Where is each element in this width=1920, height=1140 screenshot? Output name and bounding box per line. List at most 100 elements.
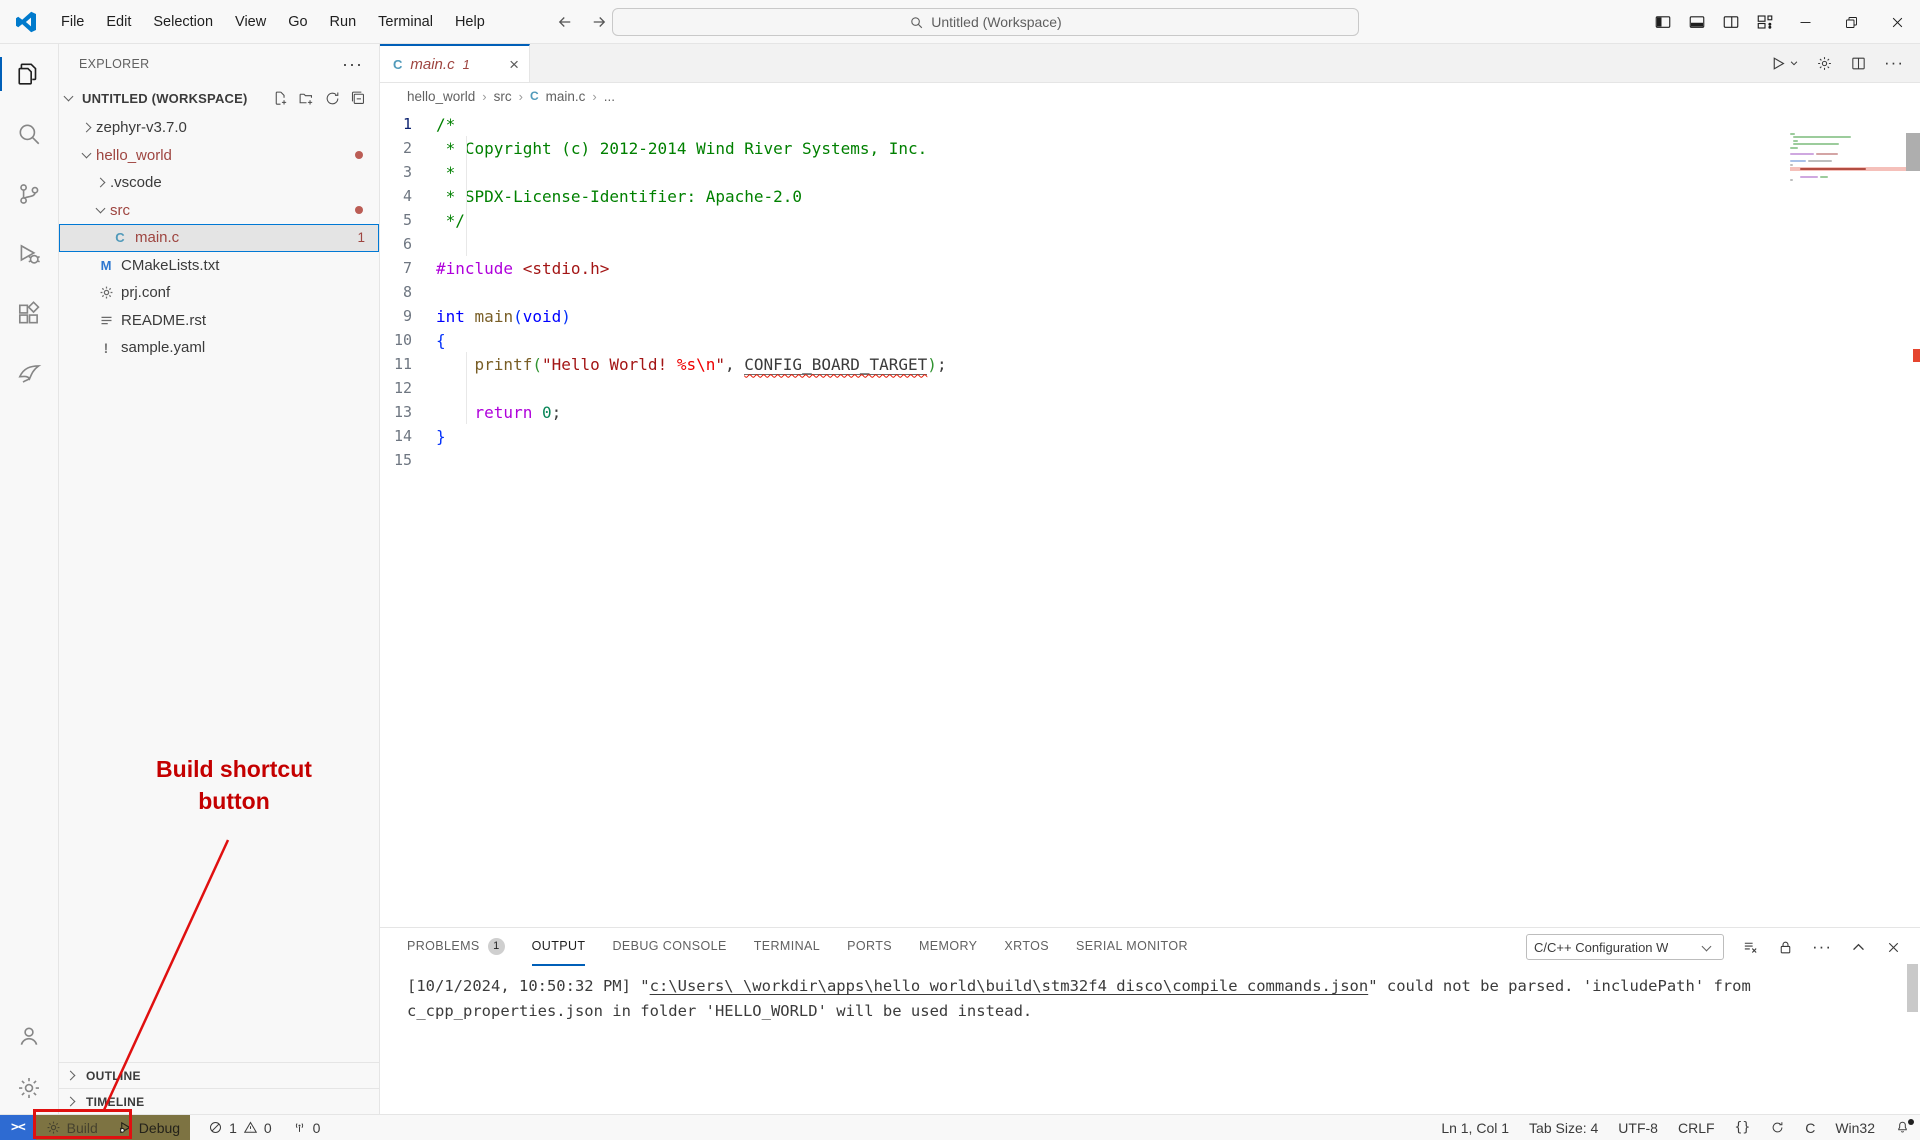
panel-tab-problems[interactable]: PROBLEMS 1 bbox=[407, 928, 505, 966]
indentation[interactable]: Tab Size: 4 bbox=[1519, 1115, 1608, 1140]
account-icon[interactable] bbox=[0, 1010, 58, 1062]
editor-scrollbar-thumb[interactable] bbox=[1906, 133, 1920, 171]
tree-item-sample.yaml[interactable]: ! sample.yaml bbox=[59, 334, 379, 362]
menu-selection[interactable]: Selection bbox=[142, 0, 224, 44]
lock-icon[interactable] bbox=[1777, 939, 1794, 956]
tree-item-main.c[interactable]: Cmain.c 1 bbox=[59, 224, 379, 252]
platform-status[interactable]: Win32 bbox=[1825, 1115, 1885, 1140]
tab-main-c[interactable]: C main.c 1 × bbox=[380, 44, 530, 82]
close-window-button[interactable] bbox=[1874, 0, 1920, 44]
code-line-8[interactable]: 8 bbox=[380, 280, 1920, 304]
sync-icon[interactable] bbox=[1760, 1115, 1795, 1140]
close-tab-icon[interactable]: × bbox=[509, 56, 519, 73]
command-center-search[interactable]: Untitled (Workspace) bbox=[612, 8, 1359, 36]
cursor-position[interactable]: Ln 1, Col 1 bbox=[1431, 1115, 1519, 1140]
tree-item-hello_world[interactable]: hello_world bbox=[59, 142, 379, 170]
editor-settings-gear-icon[interactable] bbox=[1816, 55, 1833, 72]
menu-help[interactable]: Help bbox=[444, 0, 496, 44]
code-line-2[interactable]: 2 * Copyright (c) 2012-2014 Wind River S… bbox=[380, 136, 1920, 160]
menu-file[interactable]: File bbox=[50, 0, 95, 44]
panel-tab-ports[interactable]: PORTS bbox=[847, 928, 892, 966]
split-editor-icon[interactable] bbox=[1850, 55, 1867, 72]
tree-item-README.rst[interactable]: README.rst bbox=[59, 307, 379, 335]
explorer-more-actions-icon[interactable]: ··· bbox=[342, 54, 363, 75]
panel-tab-debug-console[interactable]: DEBUG CONSOLE bbox=[612, 928, 726, 966]
panel-tab-serial-monitor[interactable]: SERIAL MONITOR bbox=[1076, 928, 1188, 966]
panel-tab-output[interactable]: OUTPUT bbox=[531, 928, 586, 966]
breadcrumb-folder[interactable]: hello_world bbox=[407, 89, 475, 104]
language-status[interactable]: {} bbox=[1725, 1115, 1761, 1140]
code-line-15[interactable]: 15 bbox=[380, 448, 1920, 472]
breadcrumb-file[interactable]: main.c bbox=[546, 89, 586, 104]
tree-item-src[interactable]: src bbox=[59, 197, 379, 225]
new-folder-icon[interactable] bbox=[298, 90, 315, 107]
code-line-14[interactable]: 14} bbox=[380, 424, 1920, 448]
notifications-bell-icon[interactable] bbox=[1885, 1115, 1920, 1140]
toggle-secondary-sidebar-icon[interactable] bbox=[1722, 13, 1740, 31]
menu-go[interactable]: Go bbox=[277, 0, 318, 44]
menu-run[interactable]: Run bbox=[319, 0, 368, 44]
maximize-panel-icon[interactable] bbox=[1850, 939, 1867, 956]
back-arrow-icon[interactable] bbox=[556, 13, 574, 31]
new-file-icon[interactable] bbox=[272, 90, 289, 107]
explorer-activity-icon[interactable] bbox=[0, 44, 58, 104]
tree-item-prj.conf[interactable]: prj.conf bbox=[59, 279, 379, 307]
customize-layout-icon[interactable] bbox=[1756, 13, 1774, 31]
breadcrumb-folder[interactable]: src bbox=[494, 89, 512, 104]
panel-tab-memory[interactable]: MEMORY bbox=[919, 928, 977, 966]
problems-status[interactable]: 1 0 bbox=[198, 1115, 282, 1140]
code-line-10[interactable]: 10 { bbox=[380, 328, 1920, 352]
menu-terminal[interactable]: Terminal bbox=[367, 0, 444, 44]
code-line-7[interactable]: 7 #include <stdio.h> bbox=[380, 256, 1920, 280]
code-line-3[interactable]: 3 * bbox=[380, 160, 1920, 184]
minimap[interactable] bbox=[1790, 133, 1906, 186]
minimize-button[interactable] bbox=[1782, 0, 1828, 44]
run-debug-activity-icon[interactable] bbox=[0, 224, 58, 284]
close-panel-icon[interactable] bbox=[1885, 939, 1902, 956]
panel-scrollbar-thumb[interactable] bbox=[1907, 964, 1918, 1012]
timeline-section[interactable]: TIMELINE bbox=[59, 1088, 379, 1114]
encoding[interactable]: UTF-8 bbox=[1608, 1115, 1668, 1140]
ports-status[interactable]: 0 bbox=[282, 1115, 331, 1140]
run-file-button[interactable] bbox=[1770, 55, 1799, 72]
code-line-1[interactable]: 1 /* bbox=[380, 112, 1920, 136]
workspace-row[interactable]: UNTITLED (WORKSPACE) bbox=[59, 84, 379, 112]
code-line-6[interactable]: 6 bbox=[380, 232, 1920, 256]
build-button[interactable]: Build bbox=[35, 1115, 108, 1140]
outline-section[interactable]: OUTLINE bbox=[59, 1062, 379, 1088]
tree-item-CMakeLists.txt[interactable]: M CMakeLists.txt bbox=[59, 252, 379, 280]
language-mode[interactable]: C bbox=[1795, 1115, 1825, 1140]
panel-tab-terminal[interactable]: TERMINAL bbox=[754, 928, 820, 966]
code-editor[interactable]: 1/* 2 * Copyright (c) 2012-2014 Wind Rive… bbox=[380, 109, 1920, 472]
extensions-activity-icon[interactable] bbox=[0, 284, 58, 344]
menu-view[interactable]: View bbox=[224, 0, 277, 44]
clear-output-icon[interactable] bbox=[1742, 939, 1759, 956]
refresh-icon[interactable] bbox=[324, 90, 341, 107]
restore-button[interactable] bbox=[1828, 0, 1874, 44]
search-activity-icon[interactable] bbox=[0, 104, 58, 164]
panel-more-actions-icon[interactable]: ··· bbox=[1812, 937, 1832, 957]
toggle-sidebar-icon[interactable] bbox=[1654, 13, 1672, 31]
code-line-12[interactable]: 12 bbox=[380, 376, 1920, 400]
menu-edit[interactable]: Edit bbox=[95, 0, 142, 44]
editor-more-actions-icon[interactable]: ··· bbox=[1884, 53, 1904, 73]
file-path-link[interactable]: c:\Users\ \workdir\apps\hello_world\buil… bbox=[650, 977, 1369, 995]
debug-button[interactable]: Debug bbox=[107, 1115, 191, 1140]
collapse-all-icon[interactable] bbox=[350, 90, 367, 107]
tree-item-.vscode[interactable]: .vscode bbox=[59, 169, 379, 197]
panel-tab-xrtos[interactable]: XRTOS bbox=[1004, 928, 1049, 966]
code-line-13[interactable]: 13 return 0; bbox=[380, 400, 1920, 424]
output-log[interactable]: [10/1/2024, 10:50:32 PM] "c:\Users\ \wor… bbox=[380, 966, 1920, 1023]
source-control-activity-icon[interactable] bbox=[0, 164, 58, 224]
output-channel-dropdown[interactable]: C/C++ Configuration W bbox=[1526, 934, 1725, 960]
settings-gear-icon[interactable] bbox=[0, 1062, 58, 1114]
code-line-9[interactable]: 9 int main(void) bbox=[380, 304, 1920, 328]
code-line-11[interactable]: 11 printf("Hello World! %s\n", CONFIG_BO… bbox=[380, 352, 1920, 376]
tree-item-zephyr-v3.7.0[interactable]: zephyr-v3.7.0 bbox=[59, 114, 379, 142]
zephyr-extension-icon[interactable] bbox=[0, 344, 58, 404]
code-line-5[interactable]: 5 */ bbox=[380, 208, 1920, 232]
code-line-4[interactable]: 4 * SPDX-License-Identifier: Apache-2.0 bbox=[380, 184, 1920, 208]
forward-arrow-icon[interactable] bbox=[590, 13, 608, 31]
eol-sequence[interactable]: CRLF bbox=[1668, 1115, 1725, 1140]
toggle-panel-icon[interactable] bbox=[1688, 13, 1706, 31]
